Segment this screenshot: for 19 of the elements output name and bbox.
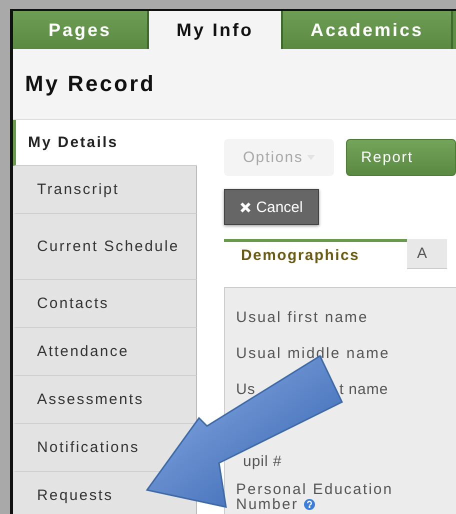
nav-tab[interactable]: Pages <box>13 11 149 49</box>
field-label: upil # <box>243 454 282 470</box>
sidebar-item[interactable]: Current Schedule <box>13 214 197 280</box>
nav-tab[interactable]: Academics <box>283 11 453 49</box>
sidebar-item[interactable]: Attendance <box>13 328 197 376</box>
sidebar-item[interactable]: Transcript <box>13 166 197 214</box>
cancel-button[interactable]: Cancel <box>224 189 319 225</box>
field-label: Usual first name <box>236 310 368 326</box>
field-label: Personal Education Number <box>236 482 394 512</box>
field-label: Usual middle name <box>236 346 390 362</box>
page-title: My Record <box>25 71 156 97</box>
sidebar-item[interactable]: My Details <box>13 120 197 166</box>
tab[interactable]: A <box>407 239 447 269</box>
close-icon <box>240 202 252 212</box>
sidebar-item[interactable]: Contacts <box>13 280 197 328</box>
field-label: t name <box>339 382 388 398</box>
nav-tab[interactable]: My Info <box>149 11 283 49</box>
field-label: Us <box>236 382 256 398</box>
sidebar-item[interactable]: Assessments <box>13 376 197 424</box>
